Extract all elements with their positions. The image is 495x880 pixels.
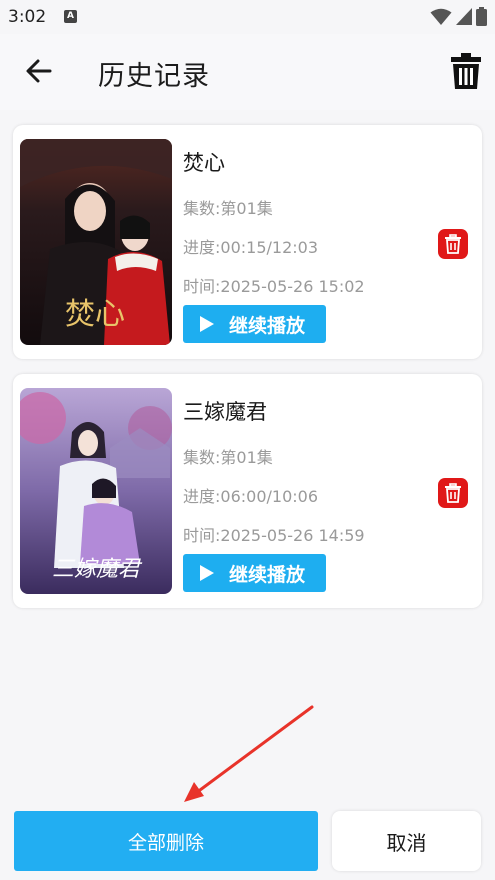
back-arrow-icon[interactable] bbox=[24, 56, 54, 86]
continue-play-button[interactable]: 继续播放 bbox=[183, 554, 326, 592]
history-title: 焚心 bbox=[183, 151, 225, 175]
history-card[interactable]: 三嫁魔君 三嫁魔君 集数:第01集 进度:06:00/10:06 时间:2025… bbox=[13, 374, 482, 608]
status-time: 3:02 bbox=[8, 7, 47, 27]
trash-icon bbox=[445, 483, 461, 503]
history-title: 三嫁魔君 bbox=[183, 400, 267, 424]
history-progress: 进度:06:00/10:06 bbox=[183, 487, 319, 506]
cancel-button[interactable]: 取消 bbox=[332, 811, 481, 871]
status-icons bbox=[430, 7, 487, 26]
play-icon bbox=[200, 565, 214, 581]
cancel-label: 取消 bbox=[386, 830, 427, 855]
status-bar: 3:02 A bbox=[0, 0, 495, 34]
poster-title-text: 焚心 bbox=[65, 297, 125, 332]
delete-item-button[interactable] bbox=[438, 229, 468, 259]
history-episode: 集数:第01集 bbox=[183, 199, 273, 218]
history-time: 时间:2025-05-26 15:02 bbox=[183, 277, 365, 296]
poster-image[interactable]: 焚心 bbox=[20, 139, 172, 345]
poster-image[interactable]: 三嫁魔君 bbox=[20, 388, 172, 594]
delete-all-label: 全部删除 bbox=[127, 831, 204, 854]
notification-a-icon: A bbox=[64, 10, 77, 23]
history-progress: 进度:00:15/12:03 bbox=[183, 238, 319, 257]
delete-all-button[interactable]: 全部删除 bbox=[14, 811, 318, 871]
trash-icon bbox=[445, 234, 461, 254]
play-icon bbox=[200, 316, 214, 332]
battery-icon bbox=[476, 7, 487, 26]
poster-title-text: 三嫁魔君 bbox=[52, 557, 143, 582]
delete-item-button[interactable] bbox=[438, 478, 468, 508]
trash-icon[interactable] bbox=[450, 52, 482, 90]
continue-play-label: 继续播放 bbox=[229, 314, 306, 337]
signal-icon bbox=[456, 8, 472, 25]
app-header: 历史记录 bbox=[0, 34, 495, 110]
history-episode: 集数:第01集 bbox=[183, 448, 273, 467]
page-title: 历史记录 bbox=[98, 61, 210, 92]
history-time: 时间:2025-05-26 14:59 bbox=[183, 526, 365, 545]
continue-play-label: 继续播放 bbox=[229, 563, 306, 586]
continue-play-button[interactable]: 继续播放 bbox=[183, 305, 326, 343]
wifi-icon bbox=[430, 8, 452, 25]
history-card[interactable]: 焚心 焚心 集数:第01集 进度:00:15/12:03 时间:2025-05-… bbox=[13, 125, 482, 359]
